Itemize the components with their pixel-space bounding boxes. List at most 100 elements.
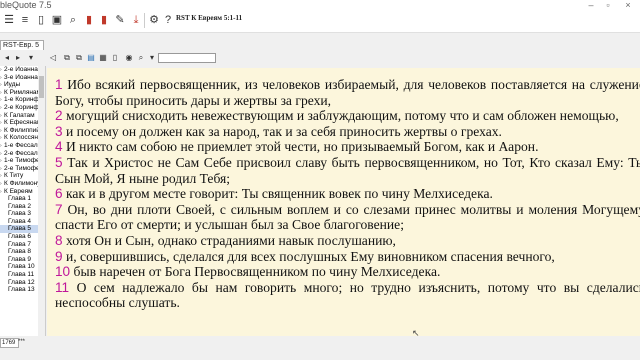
book-label: 1-е Фессало (4, 141, 39, 149)
verse-number[interactable]: 6 (55, 186, 63, 201)
verse: 4 И никто сам собою не приемлет этой чес… (55, 139, 640, 155)
maximize-button[interactable]: ▫ (601, 0, 615, 10)
verse-text: и посему он должен как за народ, так и з… (62, 123, 502, 139)
save-icon[interactable]: ▣ (50, 13, 64, 27)
bookmark-icon[interactable]: ▮ (82, 13, 96, 27)
verse-panel: 1 Ибо всякий первосвященник, из человеко… (47, 68, 640, 336)
sidebar-scrollbar[interactable] (38, 66, 46, 336)
verse: 10 быв наречен от Бога Первосвященником … (55, 264, 640, 280)
verse-number[interactable]: 2 (55, 108, 63, 123)
verse-number[interactable]: 5 (55, 155, 63, 170)
book-label: К Филиппий (4, 126, 39, 134)
book-item[interactable]: › К Галатам (0, 112, 38, 120)
verse-number[interactable]: 4 (55, 139, 63, 154)
book-tree: › 2-е Иоанна › 3-е Иоанна › Иуды › К Римлянам › 1… (0, 66, 39, 336)
search-icon[interactable]: ⌕ (66, 13, 80, 27)
chapter-item[interactable]: Глава 2 (0, 203, 38, 211)
edit-icon[interactable]: ✎ (113, 13, 127, 27)
book-item[interactable]: › К Филиппий (0, 127, 38, 135)
book-item[interactable]: › 1-е Коринф (0, 96, 38, 104)
nav-bar: ◂ ▸ ▾ ◁ ⧉ ⧉ ▤ ▦ ▯ ◉ ⌕ ▾ (0, 52, 640, 64)
book-label: К Филимону (4, 179, 39, 187)
forward-icon[interactable]: ▸ (13, 52, 23, 63)
book-label: К Колоссяне (4, 134, 39, 142)
chapter-item[interactable]: Глава 8 (0, 248, 38, 256)
chapter-item[interactable]: Глава 11 (0, 271, 38, 279)
verse: 11 О сем надлежало бы нам говорить много… (55, 280, 640, 311)
book-label: 1-е Тимофе (4, 157, 39, 165)
book-item[interactable]: › 1-е Фессало (0, 142, 38, 150)
chapter-item[interactable]: Глава 6 (0, 233, 38, 241)
verse: 3 и посему он должен как за народ, так и… (55, 124, 640, 140)
verse-text: И никто сам собою не приемлет этой чести… (62, 139, 539, 155)
verse-number[interactable]: 11 (55, 280, 69, 295)
book-item[interactable]: › 2-е Коринф (0, 104, 38, 112)
verse-text: могущий снисходить невежествующим и забл… (62, 108, 619, 124)
chapter-item[interactable]: Глава 7 (0, 241, 38, 249)
help-icon[interactable]: ? (161, 13, 175, 27)
book-icon[interactable]: ☰ (2, 13, 16, 27)
verse-text: Ибо всякий первосвященник, из человеков … (55, 77, 640, 108)
toolbar: ☰ ≡ ▯ ▣ ⌕ ▮ ▮ ✎ ⤓ ⚙ ? RST К Евреям 5:1-1… (0, 10, 640, 33)
verse-number[interactable]: 10 (55, 264, 70, 279)
search-icon[interactable]: ⌕ (136, 52, 146, 63)
book-item[interactable]: › 2-е Тимофе (0, 165, 38, 173)
chapter-item[interactable]: Глава 5 (0, 225, 38, 234)
view-icon[interactable]: ◉ (124, 52, 134, 63)
dropdown-icon[interactable]: ▾ (26, 52, 36, 63)
minimize-button[interactable]: – (584, 0, 598, 10)
book-label: К Титу (4, 172, 24, 180)
book-item[interactable]: › К Римлянам (0, 89, 38, 97)
prev-chapter-icon[interactable]: ◁ (48, 52, 58, 63)
chapter-item[interactable]: Глава 13 (0, 286, 38, 294)
bookmark-remove-icon[interactable]: ▮ (97, 13, 111, 27)
book-item[interactable]: › К Филимону (0, 180, 38, 188)
filter-icon[interactable]: ▾ (147, 52, 157, 63)
compare-icon[interactable]: ▦ (98, 52, 108, 63)
download-icon[interactable]: ⤓ (129, 13, 143, 27)
chapter-item[interactable]: Глава 3 (0, 210, 38, 218)
book-label: Иуды (4, 81, 21, 89)
book-item[interactable]: › К Титу (0, 172, 38, 180)
search-input[interactable] (158, 53, 216, 63)
book-item[interactable]: › 2-е Фессало (0, 150, 38, 158)
verse-number[interactable]: 7 (55, 202, 63, 217)
book-item[interactable]: › Иуды (0, 81, 38, 89)
verse-text: Так и Христос не Сам Себе присвоил славу… (55, 154, 640, 186)
verse-number[interactable]: 9 (55, 249, 63, 264)
window-title: bleQuote 7.5 (0, 0, 52, 10)
list-icon[interactable]: ≡ (18, 13, 32, 27)
book-item[interactable]: › К Евреям (0, 188, 38, 196)
tab-rst[interactable]: RST-Евр. 5 (0, 40, 44, 50)
verse: 1 Ибо всякий первосвященник, из человеко… (55, 77, 640, 108)
scroll-thumb[interactable] (39, 76, 44, 98)
verse-text: хотя Он и Сын, однако страданиями навык … (62, 232, 396, 248)
settings-icon[interactable]: ⚙ (147, 13, 161, 27)
book-item[interactable]: › К Колоссяне (0, 134, 38, 142)
paste-icon[interactable]: ▤ (86, 52, 96, 63)
book-item[interactable]: › 3-е Иоанна (0, 74, 38, 82)
chapter-item[interactable]: Глава 1 (0, 195, 38, 203)
close-button[interactable]: × (621, 0, 635, 10)
back-icon[interactable]: ◂ (2, 52, 12, 63)
chapter-item[interactable]: Глава 10 (0, 263, 38, 271)
copy-icon[interactable]: ⧉ (62, 52, 72, 63)
verse: 8 хотя Он и Сын, однако страданиями навы… (55, 233, 640, 249)
book-item[interactable]: › 1-е Тимофе (0, 157, 38, 165)
status-count: 1769 (0, 338, 19, 348)
verse: 5 Так и Христос не Сам Себе присвоил сла… (55, 155, 640, 186)
verse-text: как и в другом месте говорит: Ты священн… (62, 186, 493, 202)
verse-number[interactable]: 8 (55, 233, 63, 248)
book-item[interactable]: › К Ефесянам (0, 119, 38, 127)
verse-number[interactable]: 3 (55, 124, 63, 139)
chapter-item[interactable]: Глава 4 (0, 218, 38, 226)
document-icon[interactable]: ▯ (34, 13, 48, 27)
copy-verse-icon[interactable]: ⧉ (74, 52, 84, 63)
page-icon[interactable]: ▯ (110, 52, 120, 63)
chapter-item[interactable]: Глава 12 (0, 279, 38, 287)
book-item[interactable]: › 2-е Иоанна (0, 66, 38, 74)
verse-number[interactable]: 1 (55, 77, 63, 92)
chapter-item[interactable]: Глава 9 (0, 256, 38, 264)
book-label: К Римлянам (4, 88, 39, 96)
verse-text: и, совершившись, сделался для всех послу… (62, 248, 555, 264)
